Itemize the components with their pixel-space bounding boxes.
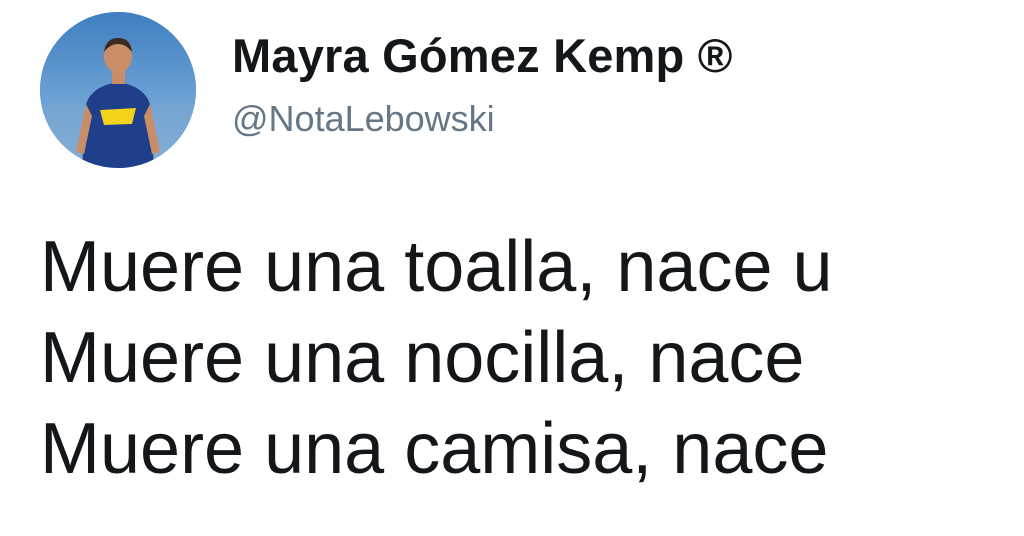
tweet-line-2: Muere una nocilla, nace bbox=[40, 318, 805, 398]
tweet-line-1: Muere una toalla, nace u bbox=[40, 227, 833, 307]
tweet-line-3: Muere una camisa, nace bbox=[40, 409, 829, 489]
tweet-card: Mayra Gómez Kemp ® @NotaLebowski Muere u… bbox=[0, 0, 1024, 536]
tweet-text: Muere una toalla, nace u Muere una nocil… bbox=[40, 222, 1024, 495]
user-handle[interactable]: @NotaLebowski bbox=[232, 98, 495, 140]
display-name[interactable]: Mayra Gómez Kemp ® bbox=[232, 28, 733, 83]
profile-photo-icon bbox=[40, 12, 196, 168]
avatar[interactable] bbox=[40, 12, 196, 168]
